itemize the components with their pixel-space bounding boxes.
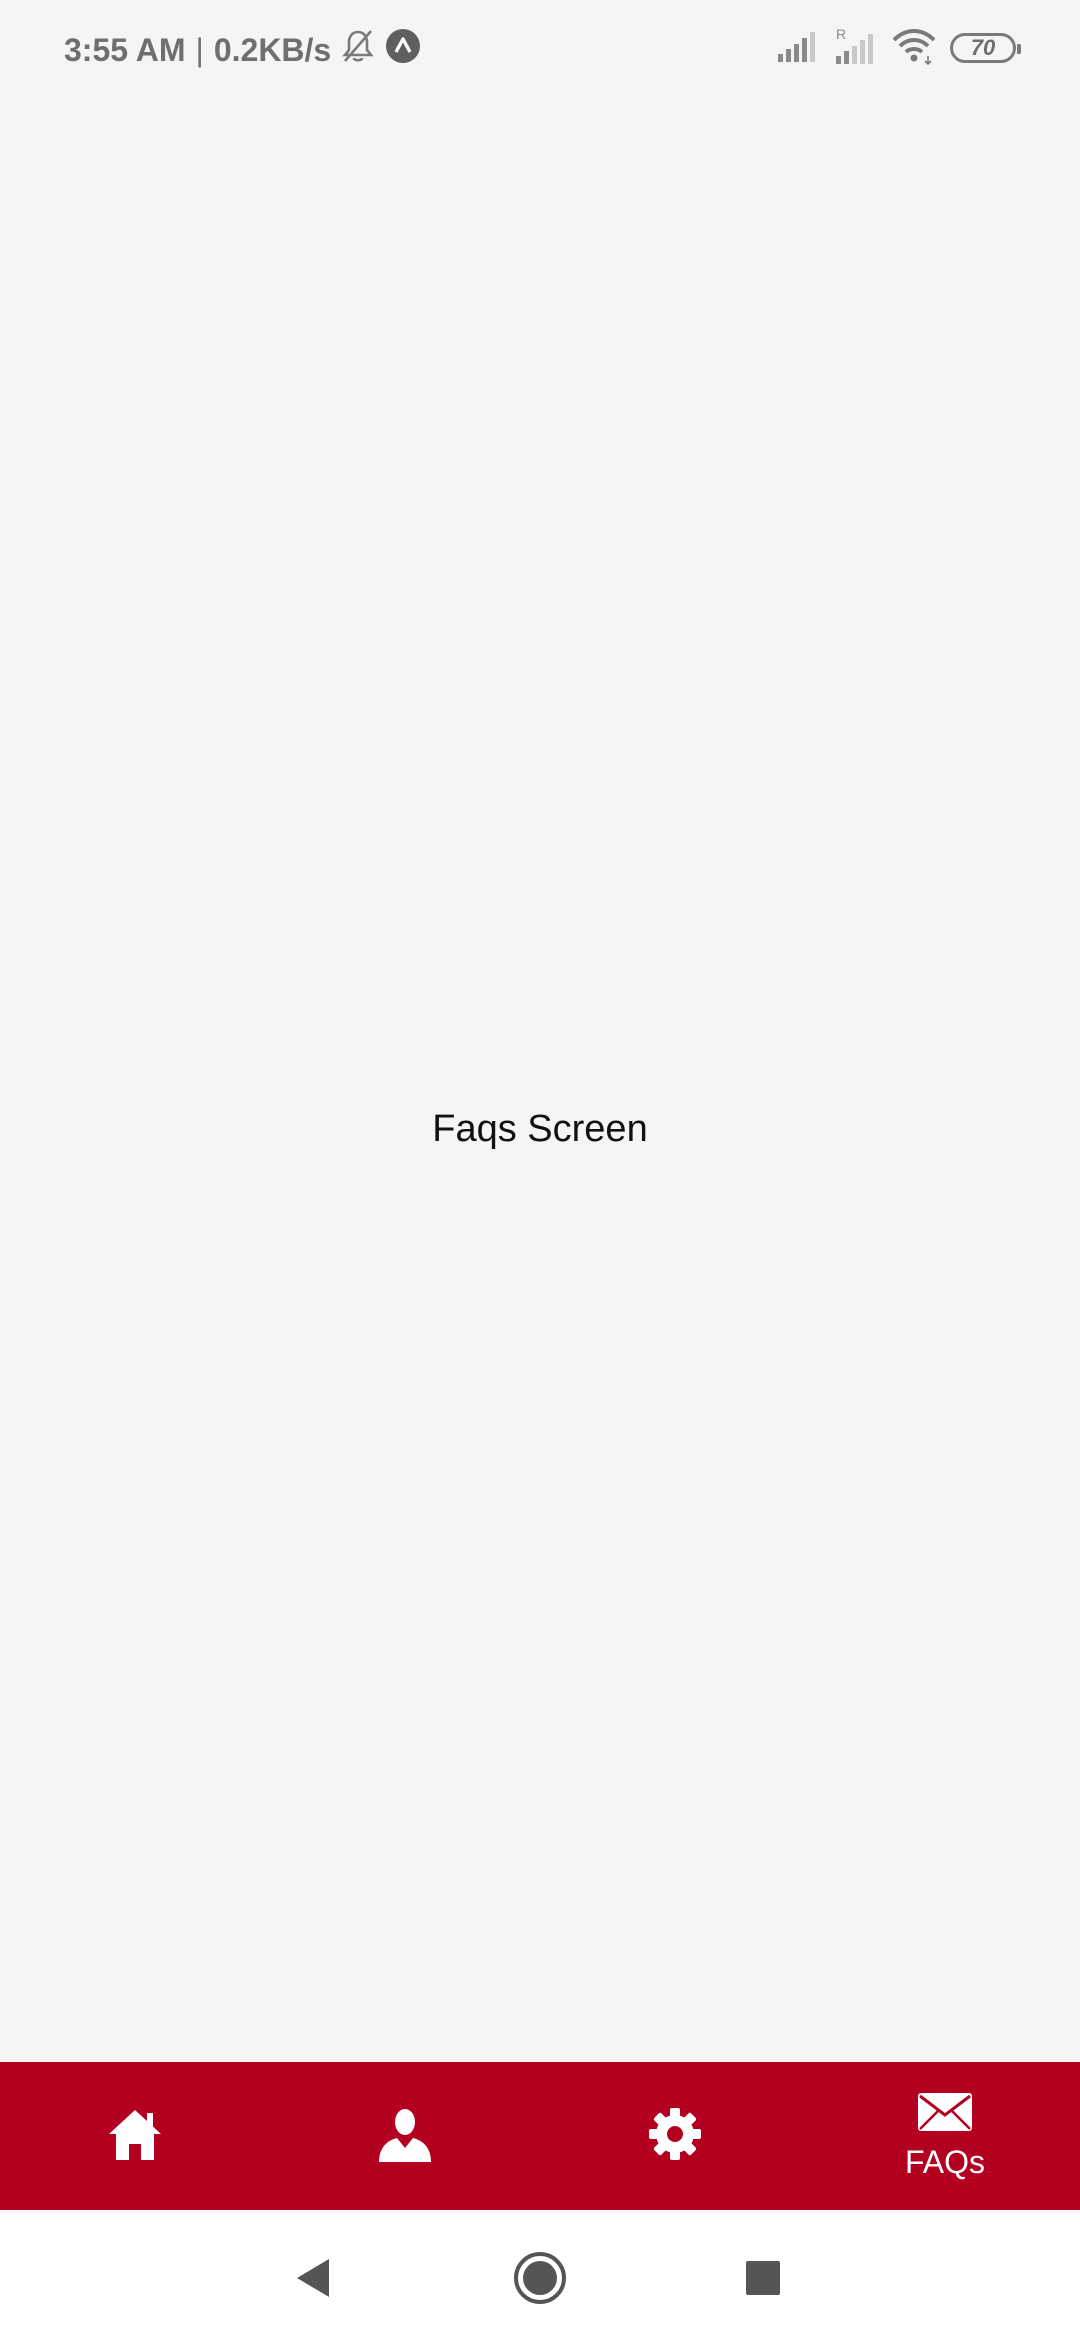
status-left: 3:55 AM | 0.2KB/s [64,28,421,72]
gear-icon [645,2104,705,2169]
battery-level: 70 [970,35,996,60]
nav-back-button[interactable] [283,2250,343,2310]
back-icon [293,2257,333,2304]
nav-recents-button[interactable] [733,2250,793,2310]
bell-off-icon [341,28,375,72]
envelope-icon [916,2091,974,2138]
wifi-icon [892,26,936,71]
home-icon [105,2104,165,2169]
status-bar: 3:55 AM | 0.2KB/s R 70 [0,0,1080,100]
app-notification-icon [385,28,421,72]
nav-home-button[interactable] [510,2250,570,2310]
svg-text:R: R [836,26,846,42]
screen-title: Faqs Screen [432,1108,648,1150]
tab-faqs-label: FAQs [904,2144,985,2180]
system-nav-bar [0,2210,1080,2340]
tab-faqs[interactable]: FAQs [810,2062,1080,2210]
status-separator: | [195,31,204,68]
network-speed: 0.2KB/s [213,31,332,68]
signal-icon [776,28,820,69]
tab-profile[interactable] [270,2062,540,2210]
home-circle-icon [512,2250,568,2311]
user-icon [375,2104,435,2169]
roaming-signal-icon: R [834,26,878,71]
recents-icon [745,2260,781,2301]
status-right: R 70 [776,26,1021,71]
bottom-tab-bar: FAQs [0,2062,1080,2210]
battery-tip [1017,44,1021,54]
status-time: 3:55 AM [64,31,186,68]
tab-settings[interactable] [540,2062,810,2210]
main-content: Faqs Screen [0,100,1080,2062]
tab-home[interactable] [0,2062,270,2210]
battery-icon: 70 [950,33,1021,63]
